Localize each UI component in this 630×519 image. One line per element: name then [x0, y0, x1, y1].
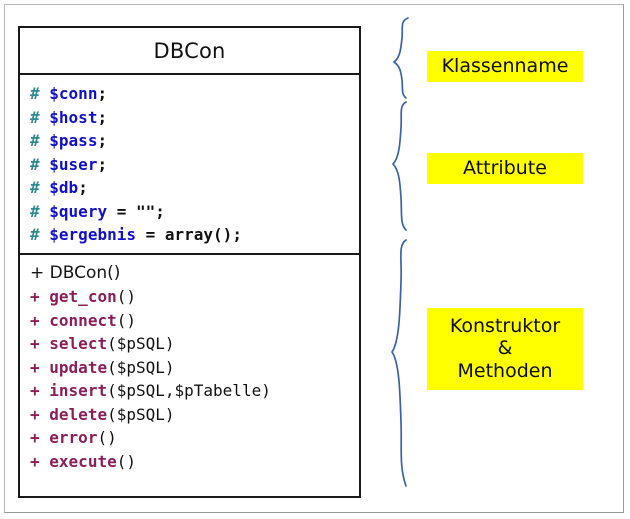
method-parameters: ()	[116, 451, 136, 471]
uml-class-box: DBCon # $conn; # $host; # $pass; # $user; # …	[18, 26, 361, 498]
method-parameters: ($pSQL)	[107, 357, 175, 377]
method-name: select	[49, 334, 108, 353]
attribute-row: # $query = "";	[30, 200, 359, 224]
visibility-marker-public: +	[30, 404, 40, 424]
visibility-marker-protected: #	[30, 131, 40, 150]
method-name: error	[49, 428, 98, 447]
diagram-page: DBCon # $conn; # $host; # $pass; # $user; # …	[0, 0, 630, 519]
method-parameters: ()	[116, 287, 136, 306]
attribute-row: # $ergebnis = array();	[30, 223, 359, 247]
annotation-line: Attribute	[463, 157, 547, 179]
annotation-label-klassenname: Klassenname	[427, 51, 583, 83]
statement-terminator: ;	[97, 154, 108, 174]
attribute-row: # $db;	[30, 176, 359, 200]
method-parameters: ()	[107, 262, 121, 283]
attribute-name: $conn	[49, 84, 98, 103]
method-name: insert	[49, 381, 108, 400]
method-name: delete	[49, 404, 108, 424]
visibility-marker-public: +	[30, 262, 45, 283]
method-name: execute	[49, 451, 117, 471]
attribute-row: # $host;	[30, 106, 359, 130]
statement-terminator: ;	[78, 178, 88, 197]
method-parameters: ($pSQL)	[107, 404, 175, 424]
method-parameters: ()	[116, 310, 136, 330]
visibility-marker-protected: #	[30, 201, 40, 221]
visibility-marker-public: +	[30, 310, 40, 330]
attribute-default-value: = array()	[135, 225, 233, 244]
annotation-panel: Klassenname Attribute Konstruktor & Meth…	[386, 14, 616, 504]
attribute-row: # $pass;	[30, 129, 359, 153]
visibility-marker-protected: #	[30, 178, 40, 197]
annotation-label-methoden: Konstruktor & Methoden	[427, 308, 583, 391]
visibility-marker-public: +	[30, 287, 40, 306]
method-row: + insert($pSQL,$pTabelle)	[30, 379, 359, 403]
annotation-label-attribute: Attribute	[427, 153, 583, 185]
visibility-marker-protected: #	[30, 107, 40, 127]
visibility-marker-protected: #	[30, 84, 40, 103]
annotation-line: Konstruktor	[449, 315, 561, 337]
statement-terminator: ;	[232, 225, 242, 244]
method-row: + select($pSQL)	[30, 332, 359, 356]
method-name: DBCon	[49, 262, 108, 283]
brace-klassenname	[393, 17, 409, 99]
attributes-compartment: # $conn; # $host; # $pass; # $user; # $db; # …	[20, 75, 359, 255]
attribute-name: $ergebnis	[49, 225, 136, 244]
attribute-name: $db	[49, 178, 79, 197]
method-parameters: ($pSQL)	[107, 334, 175, 353]
attribute-name: $user	[49, 154, 98, 174]
method-row: + execute()	[30, 450, 359, 474]
method-row: + connect()	[30, 309, 359, 333]
brace-attribute	[392, 101, 407, 231]
visibility-marker-public: +	[30, 428, 40, 447]
constructor-row: + DBCon()	[30, 262, 359, 286]
method-name: update	[49, 357, 108, 377]
annotation-line: &	[497, 337, 513, 360]
attribute-row: # $conn;	[30, 82, 359, 106]
grouping-braces	[391, 17, 409, 487]
attribute-default-value: = ""	[107, 201, 156, 221]
method-name: connect	[49, 310, 117, 330]
brace-methoden	[391, 239, 407, 487]
statement-terminator: ;	[97, 107, 108, 127]
method-parameters: ($pSQL,$pTabelle)	[107, 381, 271, 400]
methods-compartment: + DBCon() + get_con() + connect() + select(…	[20, 255, 359, 480]
visibility-marker-protected: #	[30, 225, 40, 244]
statement-terminator: ;	[155, 201, 165, 221]
attribute-row: # $user;	[30, 153, 359, 177]
annotation-line: Klassenname	[441, 55, 569, 77]
class-name-label: DBCon	[153, 38, 226, 63]
class-title-compartment: DBCon	[20, 28, 359, 75]
annotation-line: Methoden	[457, 359, 553, 382]
visibility-marker-protected: #	[30, 154, 40, 174]
method-name: get_con	[49, 287, 117, 306]
method-row: + update($pSQL)	[30, 356, 359, 380]
visibility-marker-public: +	[30, 334, 40, 353]
attribute-name: $host	[49, 107, 98, 127]
visibility-marker-public: +	[30, 357, 40, 377]
statement-terminator: ;	[97, 131, 108, 150]
visibility-marker-public: +	[30, 451, 40, 471]
statement-terminator: ;	[97, 84, 108, 103]
method-row: + get_con()	[30, 285, 359, 309]
attribute-name: $pass	[49, 131, 98, 150]
method-parameters: ()	[97, 428, 117, 447]
visibility-marker-public: +	[30, 381, 40, 400]
attribute-name: $query	[49, 201, 108, 221]
method-row: + error()	[30, 426, 359, 450]
method-row: + delete($pSQL)	[30, 403, 359, 427]
